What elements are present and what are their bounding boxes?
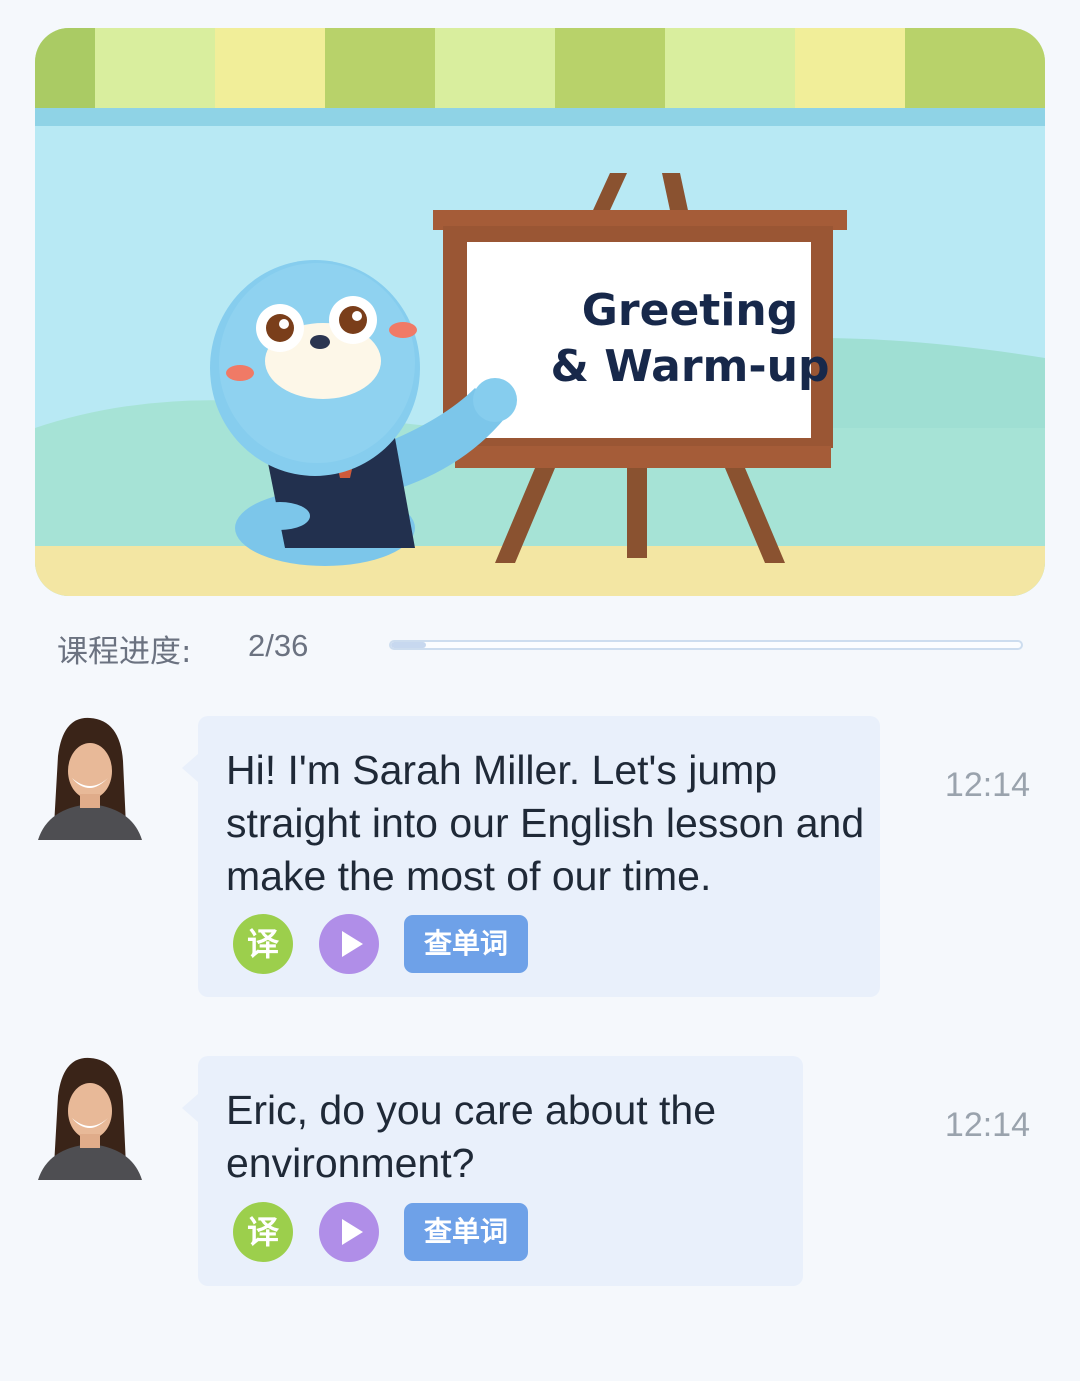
teacher-avatar[interactable] [28,716,152,840]
bubble-pointer [182,754,198,782]
progress-bar [389,640,1023,650]
message-time: 12:14 [944,766,1030,804]
lookup-word-button[interactable]: 查单词 [404,915,528,973]
message-time: 12:14 [944,1106,1030,1144]
translate-button[interactable]: 译 [233,914,293,974]
progress-label: 课程进度: [57,634,192,670]
message-text: Hi! I'm Sarah Miller. Let's jump straigh… [226,747,865,899]
board-title-line2: & Warm-up [550,341,830,392]
play-audio-button[interactable] [319,1202,379,1262]
teacher-avatar[interactable] [28,1056,152,1180]
play-audio-button[interactable] [319,914,379,974]
lookup-word-button[interactable]: 查单词 [404,1203,528,1261]
message-text: Eric, do you care about the environment? [226,1087,717,1186]
board-title: Greeting & Warm-up [490,283,890,395]
translate-button[interactable]: 译 [233,1202,293,1262]
bubble-pointer [182,1094,198,1122]
progress-bar-fill [391,642,426,648]
message-bubble: Hi! I'm Sarah Miller. Let's jump straigh… [182,716,880,997]
lesson-banner: Greeting & Warm-up [35,28,1045,596]
board-title-line1: Greeting [581,285,799,336]
progress-value: 2/36 [248,628,309,663]
message-bubble: Eric, do you care about the environment?… [182,1056,803,1286]
